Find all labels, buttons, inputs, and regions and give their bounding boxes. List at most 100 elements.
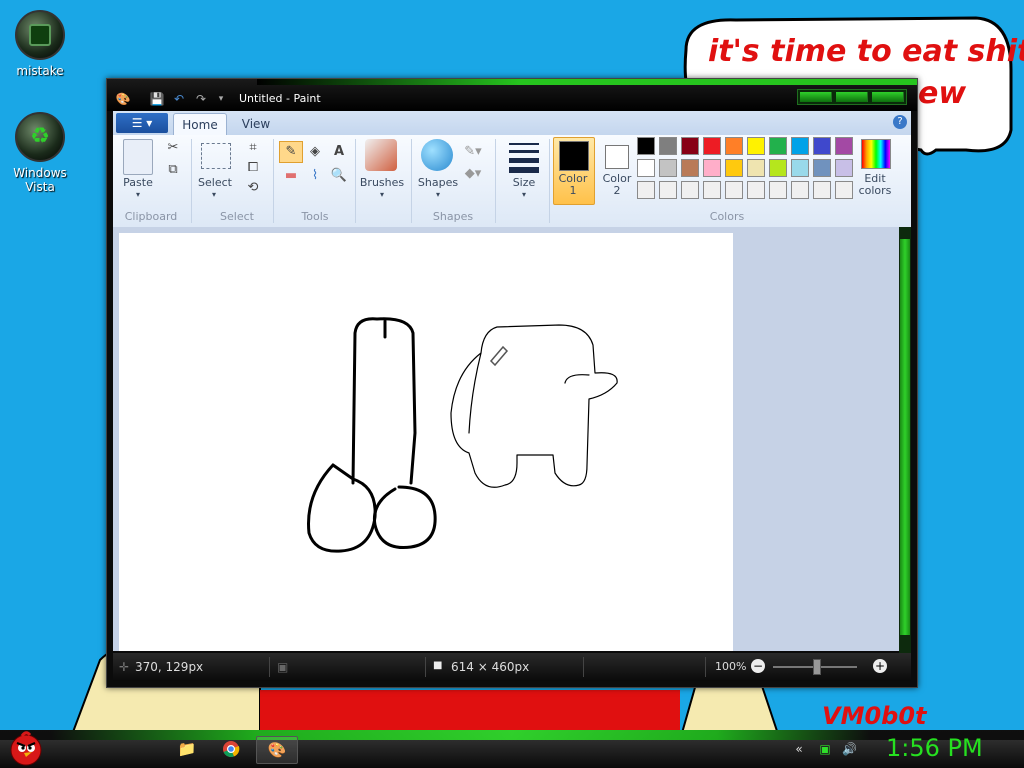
palette-swatch[interactable] [703,181,721,199]
fill-bucket-icon[interactable]: ◈ [303,141,327,163]
zoom-in-button[interactable]: + [873,659,887,673]
taskbar-glow [0,730,1024,740]
window-title: Untitled - Paint [239,92,321,105]
palette-swatch[interactable] [725,137,743,155]
size-icon[interactable] [509,143,539,173]
palette-swatch[interactable] [703,137,721,155]
color2-label-line2[interactable]: 2 [597,185,637,197]
palette-swatch[interactable] [725,159,743,177]
palette-swatch[interactable] [725,181,743,199]
brushes-dropdown-icon[interactable]: ▾ [375,189,389,201]
desktop-icon-label: mistake [16,64,64,78]
palette-swatch[interactable] [637,159,655,177]
zoom-slider-thumb[interactable] [813,659,821,675]
taskbar-file-explorer-icon[interactable]: 📁 [172,736,202,762]
taskbar-clock[interactable]: 1:56 PM [886,734,983,762]
group-separator [191,139,192,223]
palette-swatch[interactable] [813,159,831,177]
tray-network-icon[interactable]: ▣ [818,742,832,756]
vertical-scrollbar-thumb[interactable] [900,239,910,635]
palette-swatch[interactable] [791,181,809,199]
palette-swatch[interactable] [703,159,721,177]
resize-icon[interactable]: ⧠ [241,157,265,179]
maximize-button[interactable] [836,92,868,102]
palette-swatch[interactable] [659,137,677,155]
taskbar-chrome-icon[interactable] [216,736,246,762]
cut-icon[interactable]: ✂ [161,137,185,159]
palette-swatch[interactable] [637,137,655,155]
paste-label[interactable]: Paste [117,177,159,189]
palette-swatch[interactable] [791,137,809,155]
brushes-icon[interactable] [365,139,397,171]
undo-icon[interactable]: ↶ [171,91,187,107]
close-button[interactable] [872,92,904,102]
size-label[interactable]: Size [501,177,547,189]
brushes-label[interactable]: Brushes [359,177,405,189]
copy-icon[interactable]: ⧉ [161,159,185,181]
palette-swatch[interactable] [659,159,677,177]
paste-icon[interactable] [123,139,153,175]
magnifier-icon[interactable]: 🔍 [327,165,351,187]
select-label[interactable]: Select [193,177,237,189]
tray-volume-icon[interactable]: 🔊 [842,742,857,756]
palette-swatch[interactable] [769,181,787,199]
desktop-icon-mistake[interactable]: mistake [0,10,80,78]
group-separator [355,139,356,223]
customize-quick-access-icon[interactable]: ▾ [213,91,229,107]
shapes-label[interactable]: Shapes [415,177,461,189]
palette-swatch[interactable] [813,137,831,155]
paint-window: 🎨 💾 ↶ ↷ ▾ Untitled - Paint ☰ ▾ Home View… [106,78,918,688]
fill-icon[interactable]: ◆▾ [461,163,485,185]
palette-swatch[interactable] [835,181,853,199]
eraser-icon[interactable]: ▬ [279,165,303,187]
palette-swatch[interactable] [681,137,699,155]
save-icon[interactable]: 💾 [149,91,165,107]
desktop-icon-windows-vista[interactable]: ♻ Windows Vista [0,112,80,194]
palette-swatch[interactable] [769,159,787,177]
palette-swatch[interactable] [769,137,787,155]
rotate-icon[interactable]: ⟲ [241,177,265,199]
palette-swatch[interactable] [813,181,831,199]
zoom-level: 100% [715,660,747,673]
palette-swatch[interactable] [637,181,655,199]
palette-swatch[interactable] [681,181,699,199]
palette-swatch[interactable] [747,159,765,177]
minimize-button[interactable] [800,92,832,102]
drawing-stroke-left [307,463,377,553]
redo-icon[interactable]: ↷ [193,91,209,107]
paste-dropdown-icon[interactable]: ▾ [131,189,145,201]
edit-colors-label-line2[interactable]: colors [853,185,897,197]
crop-icon[interactable]: ⌗ [241,137,265,159]
file-menu-button[interactable]: ☰ ▾ [116,113,168,133]
outline-icon[interactable]: ✎▾ [461,141,485,163]
tab-home[interactable]: Home [173,113,227,136]
help-icon[interactable]: ? [893,115,907,129]
select-icon[interactable] [201,143,231,169]
size-dropdown-icon[interactable]: ▾ [517,189,531,201]
pencil-icon[interactable]: ✎ [279,141,303,163]
palette-swatch[interactable] [659,181,677,199]
select-dropdown-icon[interactable]: ▾ [207,189,221,201]
palette-swatch[interactable] [835,159,853,177]
color-picker-icon[interactable]: ⌇ [303,165,327,187]
palette-swatch[interactable] [681,159,699,177]
tray-expand-icon[interactable]: « [792,742,806,756]
vertical-scrollbar[interactable] [899,227,911,653]
start-button-angry-bird-icon[interactable] [6,728,46,768]
cursor-position-icon: ✛ [119,660,130,674]
shapes-icon[interactable] [421,139,453,171]
drawing-canvas[interactable] [119,233,733,651]
zoom-out-button[interactable]: − [751,659,765,673]
paint-app-icon[interactable]: 🎨 [115,91,131,107]
tab-view[interactable]: View [233,113,279,135]
edit-colors-icon[interactable] [861,139,891,169]
palette-swatch[interactable] [791,159,809,177]
taskbar-paint-icon[interactable]: 🎨 [256,736,298,764]
color2-swatch[interactable] [605,145,629,169]
shapes-dropdown-icon[interactable]: ▾ [431,189,445,201]
text-icon[interactable]: A [327,141,351,163]
palette-swatch[interactable] [747,181,765,199]
palette-swatch[interactable] [835,137,853,155]
desktop-icon-label: Windows Vista [13,166,67,194]
palette-swatch[interactable] [747,137,765,155]
